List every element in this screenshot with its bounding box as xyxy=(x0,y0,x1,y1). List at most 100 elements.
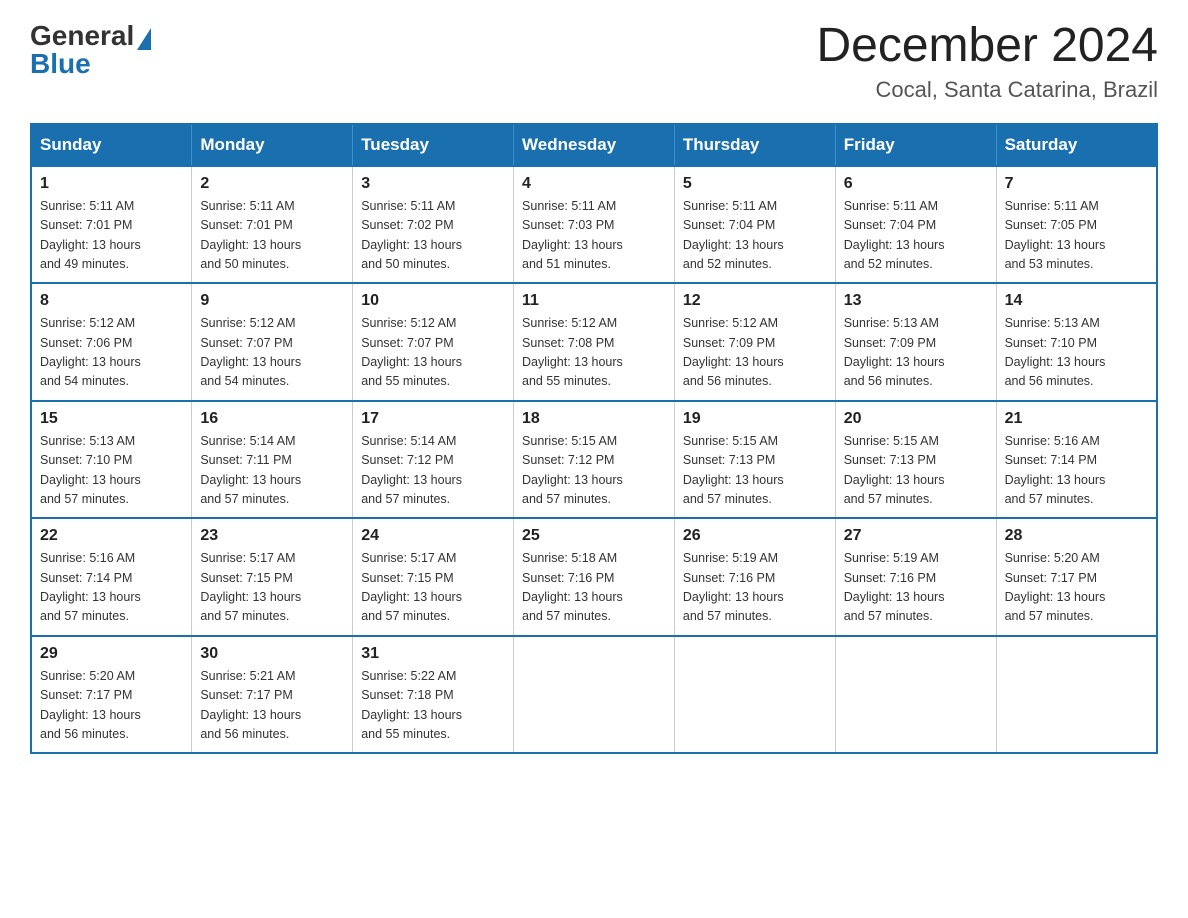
calendar-cell: 17 Sunrise: 5:14 AMSunset: 7:12 PMDaylig… xyxy=(353,401,514,519)
day-info: Sunrise: 5:14 AMSunset: 7:12 PMDaylight:… xyxy=(361,432,505,510)
day-number: 3 xyxy=(361,175,505,193)
day-number: 1 xyxy=(40,175,183,193)
day-number: 10 xyxy=(361,292,505,310)
day-info: Sunrise: 5:13 AMSunset: 7:09 PMDaylight:… xyxy=(844,314,988,392)
day-info: Sunrise: 5:17 AMSunset: 7:15 PMDaylight:… xyxy=(361,549,505,627)
calendar-cell: 25 Sunrise: 5:18 AMSunset: 7:16 PMDaylig… xyxy=(514,518,675,636)
title-section: December 2024 Cocal, Santa Catarina, Bra… xyxy=(816,20,1158,103)
day-info: Sunrise: 5:16 AMSunset: 7:14 PMDaylight:… xyxy=(1005,432,1148,510)
calendar-cell: 11 Sunrise: 5:12 AMSunset: 7:08 PMDaylig… xyxy=(514,283,675,401)
day-number: 9 xyxy=(200,292,344,310)
calendar-cell xyxy=(835,636,996,754)
calendar-cell: 12 Sunrise: 5:12 AMSunset: 7:09 PMDaylig… xyxy=(674,283,835,401)
day-number: 20 xyxy=(844,410,988,428)
day-info: Sunrise: 5:13 AMSunset: 7:10 PMDaylight:… xyxy=(40,432,183,510)
header-row: Sunday Monday Tuesday Wednesday Thursday… xyxy=(31,124,1157,166)
day-number: 5 xyxy=(683,175,827,193)
calendar-cell: 26 Sunrise: 5:19 AMSunset: 7:16 PMDaylig… xyxy=(674,518,835,636)
day-number: 23 xyxy=(200,527,344,545)
day-info: Sunrise: 5:11 AMSunset: 7:05 PMDaylight:… xyxy=(1005,197,1148,275)
calendar-table: Sunday Monday Tuesday Wednesday Thursday… xyxy=(30,123,1158,755)
calendar-week-4: 22 Sunrise: 5:16 AMSunset: 7:14 PMDaylig… xyxy=(31,518,1157,636)
calendar-body: 1 Sunrise: 5:11 AMSunset: 7:01 PMDayligh… xyxy=(31,166,1157,754)
calendar-cell: 1 Sunrise: 5:11 AMSunset: 7:01 PMDayligh… xyxy=(31,166,192,284)
calendar-header: Sunday Monday Tuesday Wednesday Thursday… xyxy=(31,124,1157,166)
day-number: 15 xyxy=(40,410,183,428)
day-number: 8 xyxy=(40,292,183,310)
day-number: 4 xyxy=(522,175,666,193)
calendar-cell: 13 Sunrise: 5:13 AMSunset: 7:09 PMDaylig… xyxy=(835,283,996,401)
day-info: Sunrise: 5:11 AMSunset: 7:01 PMDaylight:… xyxy=(200,197,344,275)
calendar-cell: 3 Sunrise: 5:11 AMSunset: 7:02 PMDayligh… xyxy=(353,166,514,284)
col-saturday: Saturday xyxy=(996,124,1157,166)
day-info: Sunrise: 5:14 AMSunset: 7:11 PMDaylight:… xyxy=(200,432,344,510)
month-title: December 2024 xyxy=(816,20,1158,73)
day-info: Sunrise: 5:11 AMSunset: 7:02 PMDaylight:… xyxy=(361,197,505,275)
calendar-cell: 14 Sunrise: 5:13 AMSunset: 7:10 PMDaylig… xyxy=(996,283,1157,401)
calendar-cell: 8 Sunrise: 5:12 AMSunset: 7:06 PMDayligh… xyxy=(31,283,192,401)
day-number: 6 xyxy=(844,175,988,193)
col-friday: Friday xyxy=(835,124,996,166)
day-info: Sunrise: 5:20 AMSunset: 7:17 PMDaylight:… xyxy=(1005,549,1148,627)
day-info: Sunrise: 5:19 AMSunset: 7:16 PMDaylight:… xyxy=(683,549,827,627)
day-number: 26 xyxy=(683,527,827,545)
day-number: 30 xyxy=(200,645,344,663)
calendar-week-3: 15 Sunrise: 5:13 AMSunset: 7:10 PMDaylig… xyxy=(31,401,1157,519)
calendar-cell: 22 Sunrise: 5:16 AMSunset: 7:14 PMDaylig… xyxy=(31,518,192,636)
calendar-cell: 21 Sunrise: 5:16 AMSunset: 7:14 PMDaylig… xyxy=(996,401,1157,519)
day-number: 29 xyxy=(40,645,183,663)
calendar-cell: 10 Sunrise: 5:12 AMSunset: 7:07 PMDaylig… xyxy=(353,283,514,401)
location-title: Cocal, Santa Catarina, Brazil xyxy=(816,77,1158,103)
page-header: General Blue December 2024 Cocal, Santa … xyxy=(30,20,1158,103)
logo-triangle-icon xyxy=(137,28,151,50)
col-thursday: Thursday xyxy=(674,124,835,166)
calendar-cell: 6 Sunrise: 5:11 AMSunset: 7:04 PMDayligh… xyxy=(835,166,996,284)
day-number: 27 xyxy=(844,527,988,545)
calendar-cell: 5 Sunrise: 5:11 AMSunset: 7:04 PMDayligh… xyxy=(674,166,835,284)
day-info: Sunrise: 5:12 AMSunset: 7:08 PMDaylight:… xyxy=(522,314,666,392)
day-number: 25 xyxy=(522,527,666,545)
calendar-cell: 30 Sunrise: 5:21 AMSunset: 7:17 PMDaylig… xyxy=(192,636,353,754)
calendar-cell xyxy=(996,636,1157,754)
calendar-week-5: 29 Sunrise: 5:20 AMSunset: 7:17 PMDaylig… xyxy=(31,636,1157,754)
calendar-cell: 29 Sunrise: 5:20 AMSunset: 7:17 PMDaylig… xyxy=(31,636,192,754)
day-number: 11 xyxy=(522,292,666,310)
col-wednesday: Wednesday xyxy=(514,124,675,166)
day-number: 31 xyxy=(361,645,505,663)
day-info: Sunrise: 5:11 AMSunset: 7:03 PMDaylight:… xyxy=(522,197,666,275)
day-info: Sunrise: 5:12 AMSunset: 7:06 PMDaylight:… xyxy=(40,314,183,392)
calendar-cell: 4 Sunrise: 5:11 AMSunset: 7:03 PMDayligh… xyxy=(514,166,675,284)
day-number: 14 xyxy=(1005,292,1148,310)
day-info: Sunrise: 5:12 AMSunset: 7:07 PMDaylight:… xyxy=(200,314,344,392)
day-number: 2 xyxy=(200,175,344,193)
day-info: Sunrise: 5:18 AMSunset: 7:16 PMDaylight:… xyxy=(522,549,666,627)
calendar-cell: 20 Sunrise: 5:15 AMSunset: 7:13 PMDaylig… xyxy=(835,401,996,519)
day-number: 21 xyxy=(1005,410,1148,428)
calendar-cell: 31 Sunrise: 5:22 AMSunset: 7:18 PMDaylig… xyxy=(353,636,514,754)
logo-blue-text: Blue xyxy=(30,48,151,80)
day-info: Sunrise: 5:11 AMSunset: 7:04 PMDaylight:… xyxy=(844,197,988,275)
calendar-cell: 7 Sunrise: 5:11 AMSunset: 7:05 PMDayligh… xyxy=(996,166,1157,284)
calendar-cell: 27 Sunrise: 5:19 AMSunset: 7:16 PMDaylig… xyxy=(835,518,996,636)
day-info: Sunrise: 5:12 AMSunset: 7:07 PMDaylight:… xyxy=(361,314,505,392)
calendar-cell: 16 Sunrise: 5:14 AMSunset: 7:11 PMDaylig… xyxy=(192,401,353,519)
calendar-cell xyxy=(514,636,675,754)
col-monday: Monday xyxy=(192,124,353,166)
day-number: 12 xyxy=(683,292,827,310)
calendar-cell: 15 Sunrise: 5:13 AMSunset: 7:10 PMDaylig… xyxy=(31,401,192,519)
calendar-cell: 2 Sunrise: 5:11 AMSunset: 7:01 PMDayligh… xyxy=(192,166,353,284)
day-info: Sunrise: 5:20 AMSunset: 7:17 PMDaylight:… xyxy=(40,667,183,745)
day-info: Sunrise: 5:17 AMSunset: 7:15 PMDaylight:… xyxy=(200,549,344,627)
day-info: Sunrise: 5:13 AMSunset: 7:10 PMDaylight:… xyxy=(1005,314,1148,392)
calendar-cell xyxy=(674,636,835,754)
day-number: 22 xyxy=(40,527,183,545)
day-info: Sunrise: 5:15 AMSunset: 7:13 PMDaylight:… xyxy=(844,432,988,510)
day-number: 16 xyxy=(200,410,344,428)
calendar-cell: 18 Sunrise: 5:15 AMSunset: 7:12 PMDaylig… xyxy=(514,401,675,519)
day-info: Sunrise: 5:16 AMSunset: 7:14 PMDaylight:… xyxy=(40,549,183,627)
day-info: Sunrise: 5:19 AMSunset: 7:16 PMDaylight:… xyxy=(844,549,988,627)
calendar-cell: 19 Sunrise: 5:15 AMSunset: 7:13 PMDaylig… xyxy=(674,401,835,519)
day-number: 24 xyxy=(361,527,505,545)
day-info: Sunrise: 5:21 AMSunset: 7:17 PMDaylight:… xyxy=(200,667,344,745)
day-number: 13 xyxy=(844,292,988,310)
